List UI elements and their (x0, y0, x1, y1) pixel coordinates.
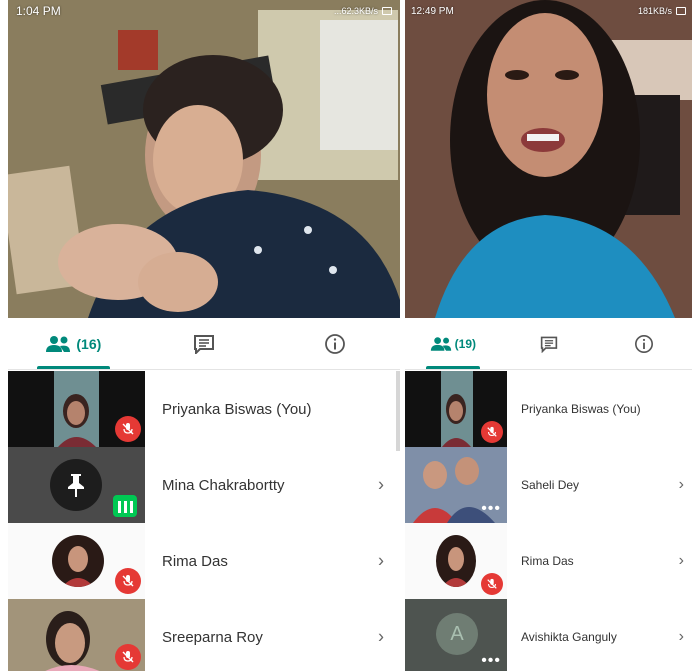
mic-off-icon (115, 568, 141, 594)
chevron-right-icon[interactable]: › (378, 627, 384, 648)
main-video[interactable]: 12:49 PM 181KB/s (405, 0, 692, 318)
participant-video-thumb (8, 599, 145, 671)
participant-name: Sreeparna Roy (162, 628, 263, 646)
network-speed: 181KB/s (637, 6, 672, 16)
meeting-panel-left: 1:04 PM ...62.3KB/s (16) Priyanka Biswas… (8, 0, 400, 671)
participant-video-thumb (8, 523, 145, 599)
video-scene (405, 0, 692, 318)
participant-name: Priyanka Biswas (You) (162, 400, 312, 418)
participant-name: Mina Chakrabortty (162, 476, 285, 494)
people-icon (46, 335, 71, 352)
mic-off-icon (481, 573, 503, 595)
more-dots-icon: ••• (481, 652, 501, 669)
participant-list: Priyanka Biswas (You) Mina Chakrabortty … (8, 371, 400, 671)
mic-off-icon (115, 644, 141, 670)
participant-name: Priyanka Biswas (You) (521, 402, 641, 416)
participant-list: Priyanka Biswas (You) ••• Saheli Dey › R… (405, 371, 692, 671)
status-bar: 12:49 PM 181KB/s (405, 0, 692, 22)
network-speed: ...62.3KB/s (333, 6, 378, 16)
more-dots-icon: ••• (481, 500, 501, 517)
participant-row[interactable]: ••• Saheli Dey › (405, 447, 692, 523)
avatar-letter: A (436, 613, 478, 655)
status-indicators: ...62.3KB/s (334, 6, 392, 16)
meeting-panel-right: 12:49 PM 181KB/s (19) Priyanka Biswas (Y… (405, 0, 692, 671)
info-icon (635, 334, 654, 353)
chevron-right-icon[interactable]: › (378, 475, 384, 496)
battery-icon (676, 7, 686, 15)
video-scene (8, 0, 400, 318)
participant-video-thumb (8, 371, 145, 447)
participant-row[interactable]: Priyanka Biswas (You) (8, 371, 400, 447)
chevron-right-icon[interactable]: › (378, 551, 384, 572)
participant-name: Avishikta Ganguly (521, 630, 617, 644)
participant-name: Rima Das (521, 554, 574, 568)
chat-icon (194, 334, 214, 354)
tab-bar: (19) (405, 318, 692, 370)
participant-row[interactable]: Priyanka Biswas (You) (405, 371, 692, 447)
tab-info[interactable] (269, 318, 400, 369)
people-icon (430, 336, 451, 351)
status-indicators: 181KB/s (638, 6, 686, 16)
status-bar: 1:04 PM ...62.3KB/s (8, 0, 400, 22)
chat-icon (540, 336, 557, 353)
info-icon (324, 333, 345, 354)
tab-info[interactable] (596, 318, 692, 369)
participant-row[interactable]: Rima Das › (8, 523, 400, 599)
chevron-right-icon[interactable]: › (679, 476, 684, 494)
status-time: 1:04 PM (16, 4, 61, 18)
participant-video-thumb (405, 523, 507, 599)
participant-row[interactable]: Sreeparna Roy › (8, 599, 400, 671)
mic-off-icon (481, 421, 503, 443)
main-video[interactable]: 1:04 PM ...62.3KB/s (8, 0, 400, 318)
avatar (52, 535, 104, 587)
mic-off-icon (115, 416, 141, 442)
avatar (436, 535, 476, 587)
pin-avatar (50, 459, 102, 511)
participant-video-thumb: ••• (405, 447, 507, 523)
tab-chat[interactable] (501, 318, 597, 369)
participant-row[interactable]: A ••• Avishikta Ganguly › (405, 599, 692, 671)
participant-video-thumb (405, 371, 507, 447)
participant-name: Rima Das (162, 552, 228, 570)
participant-row[interactable]: Rima Das › (405, 523, 692, 599)
participants-count: (16) (76, 335, 102, 352)
participant-video-thumb (8, 447, 145, 523)
tab-bar: (16) (8, 318, 400, 370)
participant-name: Saheli Dey (521, 478, 580, 492)
pin-icon (68, 474, 84, 497)
speaking-indicator-icon (113, 495, 137, 517)
tab-chat[interactable] (139, 318, 270, 369)
participant-video-thumb: A ••• (405, 599, 507, 671)
chevron-right-icon[interactable]: › (679, 628, 684, 646)
participant-row[interactable]: Mina Chakrabortty › (8, 447, 400, 523)
participants-count: (19) (454, 336, 476, 351)
status-time: 12:49 PM (411, 5, 454, 17)
tab-participants[interactable]: (19) (405, 318, 501, 369)
tab-participants[interactable]: (16) (8, 318, 139, 369)
battery-icon (382, 7, 392, 15)
chevron-right-icon[interactable]: › (679, 552, 684, 570)
